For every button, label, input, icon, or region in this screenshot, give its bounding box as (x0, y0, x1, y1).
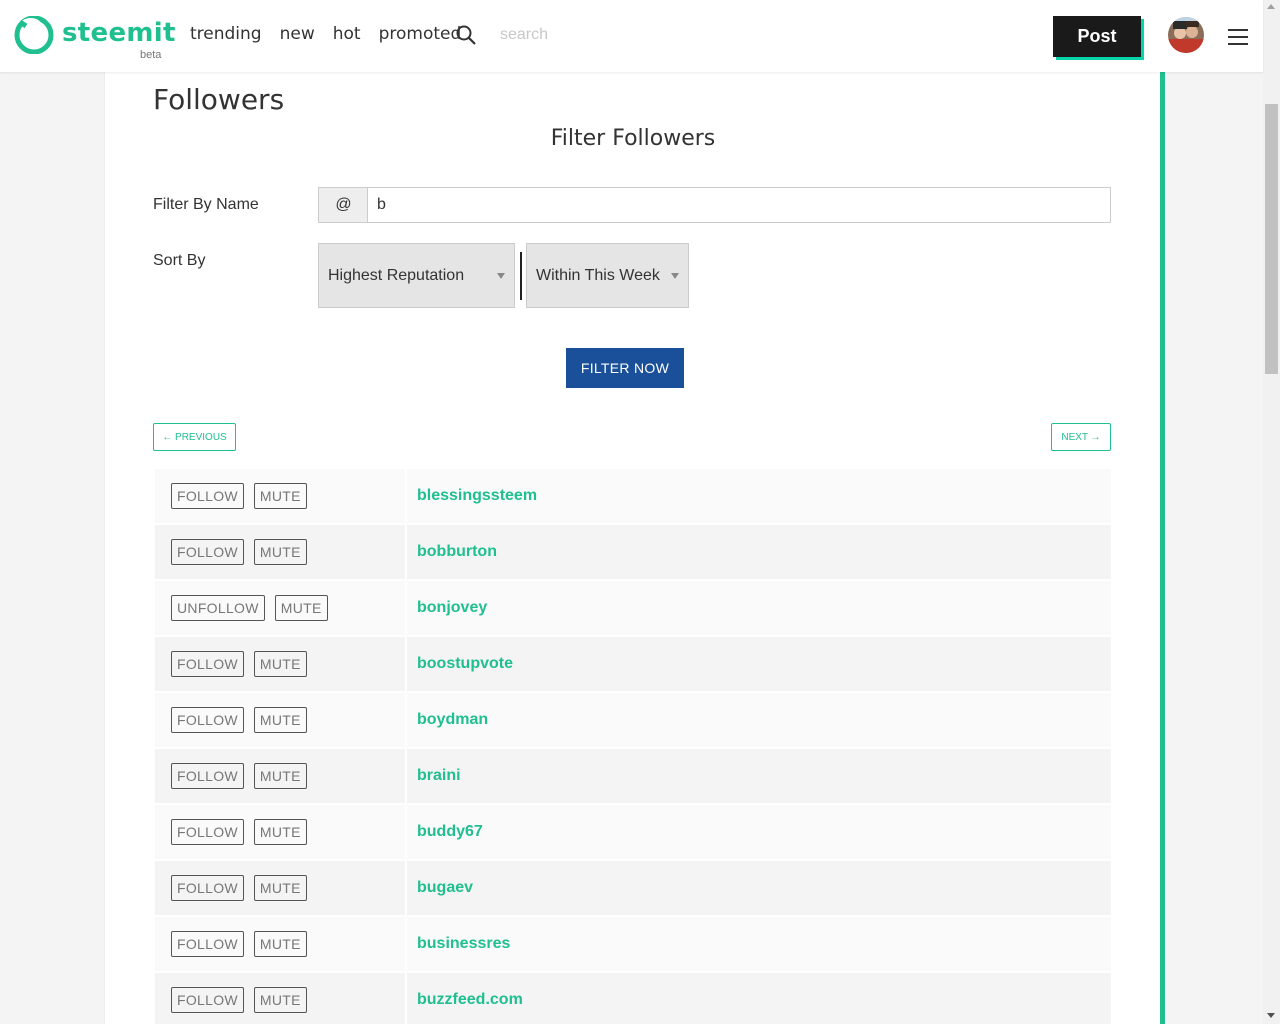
at-prefix: @ (318, 187, 368, 223)
row-user: boydman (407, 693, 1111, 747)
sort-primary-value: Highest Reputation (328, 266, 465, 284)
row-actions: UNFOLLOW MUTE (155, 581, 405, 635)
followers-table: FOLLOW MUTE blessingssteem FOLLOW MUTE b… (155, 469, 1111, 1024)
row-user: buzzfeed.com (407, 973, 1111, 1024)
mute-button[interactable]: MUTE (253, 875, 307, 901)
page-scrollbar[interactable] (1263, 0, 1280, 1024)
accent-bar (1160, 72, 1165, 1024)
table-row: FOLLOW MUTE bugaev (155, 861, 1111, 917)
main-content: Followers Filter Followers Filter By Nam… (104, 72, 1160, 1024)
row-actions: FOLLOW MUTE (155, 973, 405, 1024)
row-actions: FOLLOW MUTE (155, 693, 405, 747)
mute-button[interactable]: MUTE (253, 539, 307, 565)
user-link[interactable]: boydman (417, 711, 488, 729)
page-title: Followers (153, 83, 285, 116)
select-separator (520, 252, 522, 300)
table-row: FOLLOW MUTE boostupvote (155, 637, 1111, 693)
mute-button[interactable]: MUTE (253, 707, 307, 733)
sort-secondary-value: Within This Week (536, 266, 660, 284)
row-user: braini (407, 749, 1111, 803)
row-user: buddy67 (407, 805, 1111, 859)
row-user: bobburton (407, 525, 1111, 579)
beta-badge: beta (140, 49, 162, 61)
top-header: steemit beta trending new hot promoted P… (0, 0, 1263, 72)
scroll-up-arrow-icon[interactable] (1267, 4, 1275, 9)
table-row: FOLLOW MUTE braini (155, 749, 1111, 805)
row-user: businessres (407, 917, 1111, 971)
table-row: FOLLOW MUTE blessingssteem (155, 469, 1111, 525)
user-link[interactable]: blessingssteem (417, 487, 537, 505)
follow-button[interactable]: FOLLOW (171, 763, 244, 789)
unfollow-button[interactable]: UNFOLLOW (171, 595, 265, 621)
nav-hot[interactable]: hot (333, 24, 361, 44)
sort-secondary-select[interactable]: Within This Week (526, 243, 689, 308)
user-avatar[interactable] (1168, 17, 1204, 53)
row-actions: FOLLOW MUTE (155, 861, 405, 915)
follow-button[interactable]: FOLLOW (171, 819, 244, 845)
nav-new[interactable]: new (280, 24, 315, 44)
follow-button[interactable]: FOLLOW (171, 707, 244, 733)
steemit-logo-icon[interactable] (14, 16, 54, 54)
filter-title: Filter Followers (550, 126, 716, 151)
mute-button[interactable]: MUTE (253, 819, 307, 845)
table-row: UNFOLLOW MUTE bonjovey (155, 581, 1111, 637)
mute-button[interactable]: MUTE (253, 931, 307, 957)
filter-now-button[interactable]: FILTER NOW (566, 348, 684, 388)
mute-button[interactable]: MUTE (253, 651, 307, 677)
scroll-down-arrow-icon[interactable] (1267, 1013, 1275, 1018)
table-row: FOLLOW MUTE buzzfeed.com (155, 973, 1111, 1024)
follow-button[interactable]: FOLLOW (171, 931, 244, 957)
nav-promoted[interactable]: promoted (379, 24, 462, 44)
follow-button[interactable]: FOLLOW (171, 875, 244, 901)
sort-by-label: Sort By (153, 252, 206, 269)
search-icon[interactable] (456, 25, 476, 45)
row-user: bonjovey (407, 581, 1111, 635)
table-row: FOLLOW MUTE businessres (155, 917, 1111, 973)
row-actions: FOLLOW MUTE (155, 525, 405, 579)
user-link[interactable]: businessres (417, 935, 510, 953)
user-link[interactable]: buddy67 (417, 823, 483, 841)
follow-button[interactable]: FOLLOW (171, 651, 244, 677)
previous-button[interactable]: ← PREVIOUS (153, 423, 236, 451)
filter-by-name-label: Filter By Name (153, 196, 259, 213)
user-link[interactable]: buzzfeed.com (417, 991, 523, 1009)
row-actions: FOLLOW MUTE (155, 805, 405, 859)
row-user: blessingssteem (407, 469, 1111, 523)
nav-trending[interactable]: trending (190, 24, 262, 44)
user-link[interactable]: braini (417, 767, 461, 785)
row-actions: FOLLOW MUTE (155, 469, 405, 523)
table-row: FOLLOW MUTE boydman (155, 693, 1111, 749)
next-button[interactable]: NEXT → (1051, 423, 1111, 451)
mute-button[interactable]: MUTE (253, 483, 307, 509)
hamburger-menu-icon[interactable] (1228, 28, 1248, 46)
row-actions: FOLLOW MUTE (155, 917, 405, 971)
logo-text[interactable]: steemit (62, 18, 176, 48)
scroll-thumb[interactable] (1265, 104, 1278, 374)
mute-button[interactable]: MUTE (253, 987, 307, 1013)
chevron-down-icon (497, 273, 505, 279)
follow-button[interactable]: FOLLOW (171, 987, 244, 1013)
follow-button[interactable]: FOLLOW (171, 483, 244, 509)
user-link[interactable]: boostupvote (417, 655, 513, 673)
filter-name-input[interactable] (367, 187, 1111, 223)
row-actions: FOLLOW MUTE (155, 637, 405, 691)
search-input[interactable] (494, 22, 694, 48)
follow-button[interactable]: FOLLOW (171, 539, 244, 565)
user-link[interactable]: bonjovey (417, 599, 487, 617)
mute-button[interactable]: MUTE (274, 595, 328, 621)
user-link[interactable]: bobburton (417, 543, 497, 561)
chevron-down-icon (671, 273, 679, 279)
row-user: boostupvote (407, 637, 1111, 691)
main-nav: trending new hot promoted (190, 24, 479, 44)
mute-button[interactable]: MUTE (253, 763, 307, 789)
row-actions: FOLLOW MUTE (155, 749, 405, 803)
table-row: FOLLOW MUTE bobburton (155, 525, 1111, 581)
user-link[interactable]: bugaev (417, 879, 473, 897)
sort-primary-select[interactable]: Highest Reputation (318, 243, 515, 308)
row-user: bugaev (407, 861, 1111, 915)
post-button[interactable]: Post (1053, 16, 1141, 57)
table-row: FOLLOW MUTE buddy67 (155, 805, 1111, 861)
